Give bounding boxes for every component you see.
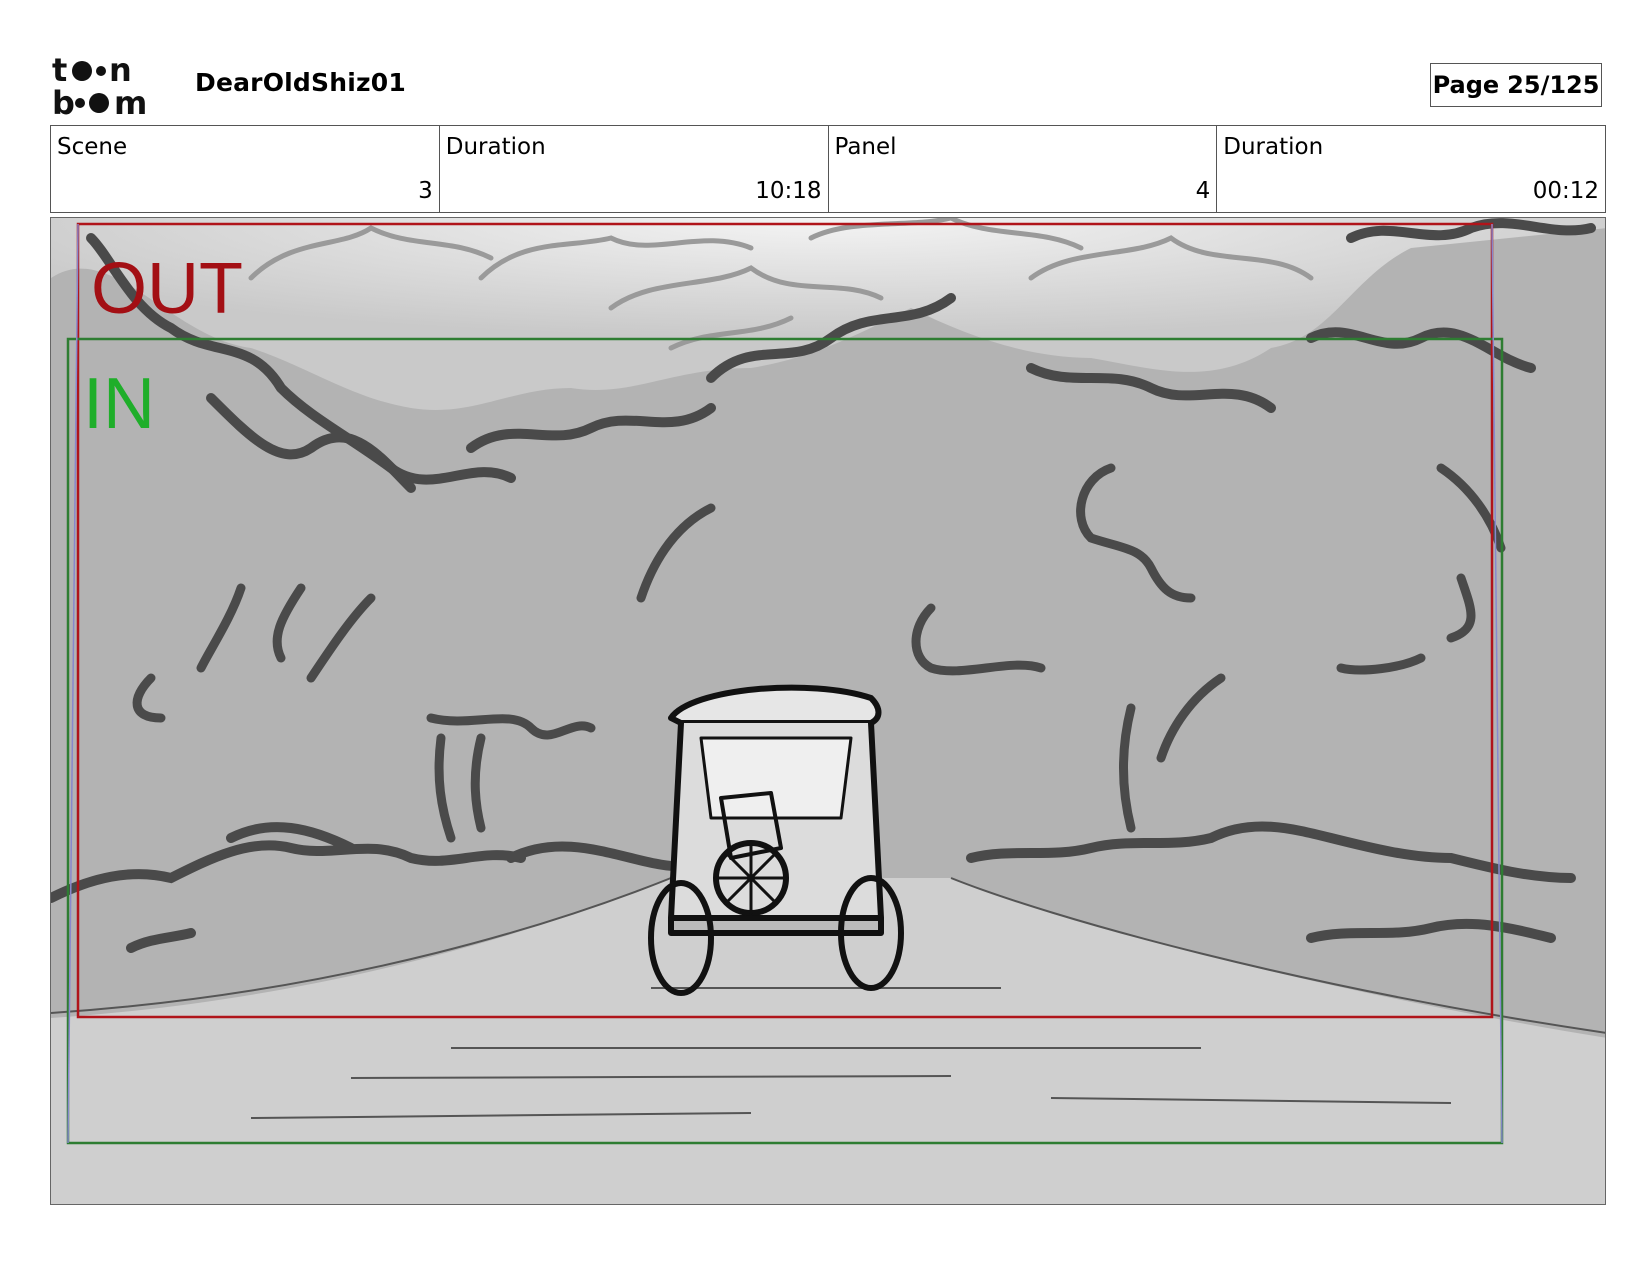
scene-value: 3 xyxy=(418,178,433,204)
panel-value: 4 xyxy=(1195,178,1211,204)
scene-duration-label: Duration xyxy=(445,134,546,160)
project-title: DearOldShiz01 xyxy=(195,68,406,97)
panel-label: Panel xyxy=(834,134,897,160)
panel-info-table: Scene 3 Duration 10:18 Panel 4 Duration … xyxy=(50,125,1606,213)
panel-sketch: OUT IN xyxy=(51,218,1605,1204)
scene-label: Scene xyxy=(57,134,128,160)
scene-duration-value: 10:18 xyxy=(755,178,822,204)
page-number: 25/125 xyxy=(1507,71,1600,99)
scene-cell: Scene 3 xyxy=(51,126,440,212)
panel-duration-cell: Duration 00:12 xyxy=(1217,126,1605,212)
page-indicator: Page 25/125 xyxy=(1430,63,1602,107)
toon-boom-logo: t n b m xyxy=(52,54,147,118)
scene-duration-cell: Duration 10:18 xyxy=(440,126,829,212)
panel-duration-label: Duration xyxy=(1223,134,1324,160)
panel-cell: Panel 4 xyxy=(829,126,1218,212)
panel-duration-value: 00:12 xyxy=(1532,178,1599,204)
out-label: OUT xyxy=(91,249,243,329)
storyboard-panel: OUT IN xyxy=(50,217,1606,1205)
svg-text:b: b xyxy=(52,84,75,118)
page-label: Page xyxy=(1432,71,1500,99)
in-label: IN xyxy=(83,364,155,444)
svg-text:m: m xyxy=(114,84,147,118)
